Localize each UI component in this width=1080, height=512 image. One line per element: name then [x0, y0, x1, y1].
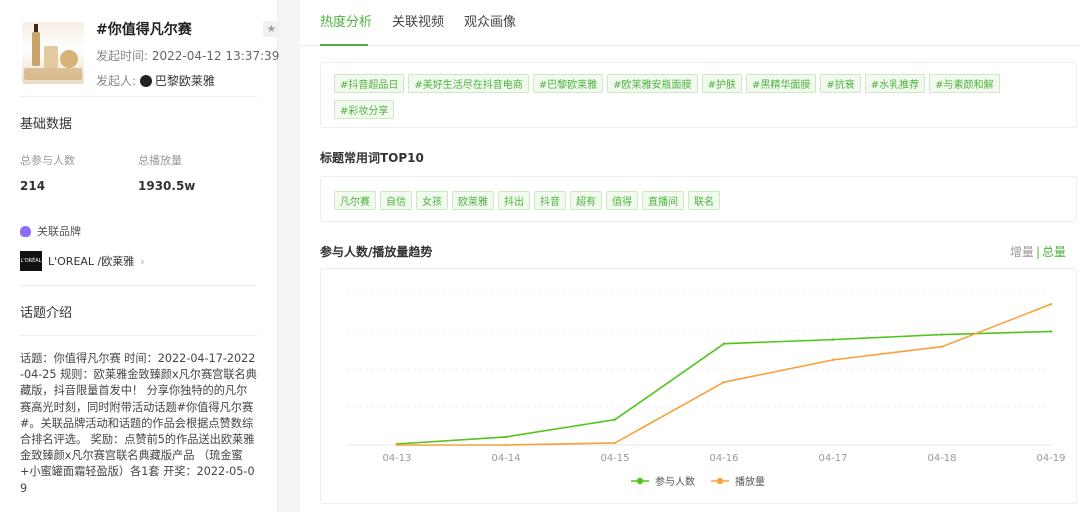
brand-name: L'OREAL /欧莱雅 [48, 255, 135, 268]
common-words: 凡尔赛 自信 女孩 欧莱雅 抖出 抖音 超有 值得 直播间 联名 [320, 176, 1077, 222]
star-icon[interactable]: ★ [263, 21, 280, 37]
tag-item[interactable]: #黑精华面膜 [745, 74, 817, 93]
start-time-label: 发起时间: [96, 49, 149, 63]
word-item: 直播间 [642, 191, 684, 210]
tag-item[interactable]: #抖音超品日 [334, 74, 405, 93]
data-point [940, 345, 944, 348]
trend-toggle: 增量 | 总量 [1010, 243, 1066, 260]
intro-text: 话题：你值得凡尔赛 时间：2022-04-17-2022-04-25 规则：欧莱… [20, 352, 257, 495]
plays-stat: 总播放量 1930.5w [138, 152, 256, 193]
word-item: 值得 [606, 191, 638, 210]
tag-item[interactable]: #美好生活尽在抖音电商 [408, 74, 529, 93]
word-item: 抖音 [534, 191, 566, 210]
tag-item[interactable]: #彩妆分享 [334, 100, 395, 119]
tag-item[interactable]: #水乳推荐 [864, 74, 926, 93]
word-item: 抖出 [498, 191, 530, 210]
data-point [504, 435, 508, 439]
chevron-right-icon: › [140, 254, 145, 268]
series-line-plays [397, 303, 1052, 446]
data-point [395, 443, 399, 447]
series-line-participants [396, 330, 1052, 445]
trend-chart-box: 04-13 04-14 04-15 04-16 04-17 04-18 04-19 参与人数 播… [320, 268, 1077, 504]
topic-thumbnail [22, 22, 84, 84]
x-tick-label: 04-19 [1036, 453, 1065, 464]
word-item: 联名 [688, 191, 720, 210]
trend-title: 参与人数/播放量趋势 [320, 245, 433, 259]
author-label: 发起人: [96, 74, 137, 88]
data-point [613, 441, 617, 445]
data-point [831, 338, 835, 341]
tab-audience[interactable]: 观众画像 [464, 0, 516, 46]
plays-label: 总播放量 [138, 154, 182, 167]
divider [20, 96, 257, 97]
common-words-title: 标题常用词TOP10 [320, 151, 424, 165]
x-tick-label: 04-16 [709, 453, 738, 464]
related-tags: #抖音超品日 #美好生活尽在抖音电商 #巴黎欧莱雅 #欧莱雅安瓶面膜 #护肤 #黑精华面膜… [320, 62, 1077, 128]
data-point [1049, 302, 1053, 306]
tag-item[interactable]: #欧莱雅安瓶面膜 [607, 74, 698, 93]
data-point [831, 358, 835, 362]
plays-value: 1930.5w [138, 179, 196, 193]
divider [20, 335, 257, 336]
tag-item[interactable]: #抗衰 [820, 74, 861, 93]
analysis-panel: 热度分析 关联视频 观众画像 #抖音超品日 #美好生活尽在抖音电商 #巴黎欧莱雅 #欧… [300, 0, 1080, 512]
data-point [1049, 330, 1053, 333]
x-tick-label: 04-18 [927, 453, 956, 464]
toggle-total[interactable]: 总量 [1042, 245, 1066, 259]
data-point [504, 443, 508, 447]
legend-label: 参与人数 [655, 475, 695, 488]
start-time: 2022-04-12 13:37:39 [151, 49, 280, 63]
trend-chart: 04-13 04-14 04-15 04-16 04-17 04-18 04-19 参与人数 播… [347, 292, 1066, 488]
topic-title: #你值得凡尔赛 [96, 22, 192, 38]
brand-link[interactable]: L'ORÉAL L'OREAL /欧莱雅 › [20, 251, 257, 271]
x-tick-label: 04-14 [491, 453, 520, 464]
participants-label: 总参与人数 [20, 154, 75, 167]
data-point [613, 418, 617, 421]
word-item: 女孩 [416, 191, 448, 210]
word-item: 欧莱雅 [452, 191, 494, 210]
brand-logo: L'ORÉAL [20, 251, 42, 271]
legend-marker [636, 477, 644, 485]
data-point [722, 380, 726, 384]
tag-item[interactable]: #与素颜和解 [929, 74, 1000, 93]
participants-stat: 总参与人数 214 [20, 152, 138, 193]
data-point [940, 333, 944, 336]
toggle-separator: | [1035, 245, 1040, 259]
basic-stats: 总参与人数 214 总播放量 1930.5w [20, 152, 257, 193]
word-item: 自信 [380, 191, 412, 210]
x-tick-label: 04-13 [382, 453, 411, 464]
divider [20, 285, 257, 286]
related-brand-label: 关联品牌 [37, 225, 81, 238]
basic-data-title: 基础数据 [20, 117, 73, 132]
topic-info: #你值得凡尔赛 ★ 发起时间: 2022-04-12 13:37:39 发起人:… [96, 14, 280, 89]
author-avatar [139, 75, 152, 87]
topic-header: #你值得凡尔赛 ★ 发起时间: 2022-04-12 13:37:39 发起人:… [20, 14, 280, 88]
legend-marker [716, 477, 724, 485]
intro-title: 话题介绍 [20, 306, 73, 321]
x-tick-label: 04-15 [600, 453, 629, 464]
toggle-increment[interactable]: 增量 [1010, 245, 1034, 259]
tag-item[interactable]: #巴黎欧莱雅 [532, 74, 604, 93]
participants-value: 214 [20, 179, 46, 193]
tab-heat-analysis[interactable]: 热度分析 [320, 0, 372, 46]
brand-icon [20, 225, 31, 237]
tag-item[interactable]: #护肤 [701, 74, 742, 93]
author-name[interactable]: 巴黎欧莱雅 [155, 74, 215, 88]
legend-label: 播放量 [735, 475, 765, 488]
tab-related-videos[interactable]: 关联视频 [392, 0, 444, 46]
tab-bar: 热度分析 关联视频 观众画像 [300, 0, 1080, 46]
x-tick-label: 04-17 [818, 453, 847, 464]
word-item: 凡尔赛 [334, 191, 376, 210]
topic-sidebar: #你值得凡尔赛 ★ 发起时间: 2022-04-12 13:37:39 发起人:… [0, 0, 280, 512]
word-item: 超有 [570, 191, 602, 210]
data-point [722, 342, 726, 345]
